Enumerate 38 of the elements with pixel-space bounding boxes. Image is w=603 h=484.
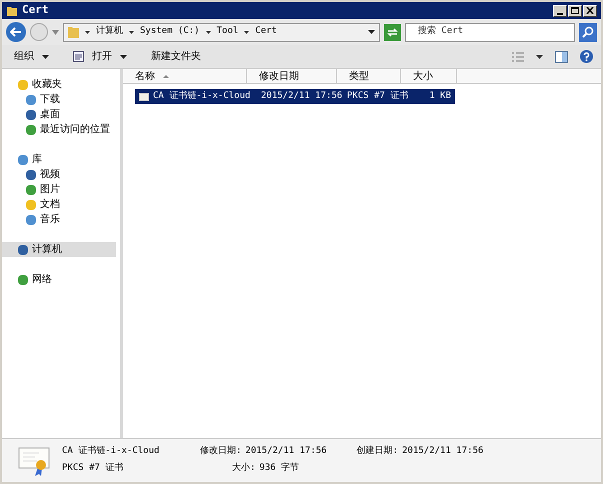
sidebar-item[interactable]: 桌面 bbox=[2, 107, 116, 122]
sidebar-item[interactable]: 收藏夹 bbox=[2, 77, 116, 92]
address-bar[interactable]: 计算机 System (C:) Tool Cert bbox=[63, 22, 380, 42]
sidebar-item[interactable]: 计算机 bbox=[2, 242, 116, 257]
field-value: 2015/2/11 17:56 bbox=[245, 445, 327, 458]
field-label: 修改日期: bbox=[200, 445, 242, 458]
field-value: 936 字节 bbox=[259, 462, 300, 474]
breadcrumb-item[interactable]: System (C:) bbox=[140, 25, 200, 39]
sidebar-item[interactable]: 音乐 bbox=[2, 212, 116, 227]
file-type: PKCS #7 证书 bbox=[62, 462, 124, 474]
column-header[interactable]: 类型 bbox=[337, 69, 401, 83]
field-label: 大小: bbox=[232, 462, 256, 474]
sidebar-item[interactable]: 视频 bbox=[2, 167, 116, 182]
file-row[interactable]: CA 证书链-i-x-Cloud 2015/2/11 17:56 PKCS #7 证书 1 KB bbox=[135, 89, 455, 104]
sidebar-item[interactable]: 最近访问的位置 bbox=[2, 122, 116, 137]
toolbar-button[interactable]: 打开 bbox=[69, 49, 131, 64]
sidebar-item[interactable]: 网络 bbox=[2, 272, 116, 287]
table-cell-text: 1 KB bbox=[429, 90, 451, 103]
toolbar-button[interactable]: 新建文件夹 bbox=[147, 49, 205, 64]
breadcrumb-item[interactable]: Cert bbox=[255, 25, 277, 39]
table-cell-text: PKCS #7 证书 bbox=[347, 90, 408, 103]
column-header[interactable]: 大小 bbox=[401, 69, 457, 83]
table-cell-text: 2015/2/11 17:56 bbox=[261, 90, 342, 103]
sidebar-item[interactable]: 下载 bbox=[2, 92, 116, 107]
window-title: Cert bbox=[22, 2, 48, 18]
breadcrumb-item[interactable]: 计算机 bbox=[96, 25, 123, 39]
breadcrumb-item[interactable]: Tool bbox=[216, 25, 238, 39]
field-value: 2015/2/11 17:56 bbox=[402, 445, 484, 458]
sidebar-item[interactable]: 图片 bbox=[2, 182, 116, 197]
sidebar-item[interactable]: 库 bbox=[2, 152, 116, 167]
sidebar-item[interactable]: 文档 bbox=[2, 197, 116, 212]
file-name: CA 证书链-i-x-Cloud bbox=[62, 445, 160, 458]
field-label: 创建日期: bbox=[356, 445, 398, 458]
column-header[interactable]: 修改日期 bbox=[247, 69, 337, 83]
search-field[interactable]: 搜索 Cert bbox=[405, 22, 575, 42]
table-cell-text: CA 证书链-i-x-Cloud bbox=[153, 90, 250, 103]
toolbar-button[interactable]: 组织 bbox=[10, 49, 53, 64]
column-header[interactable]: 名称 bbox=[123, 69, 247, 83]
